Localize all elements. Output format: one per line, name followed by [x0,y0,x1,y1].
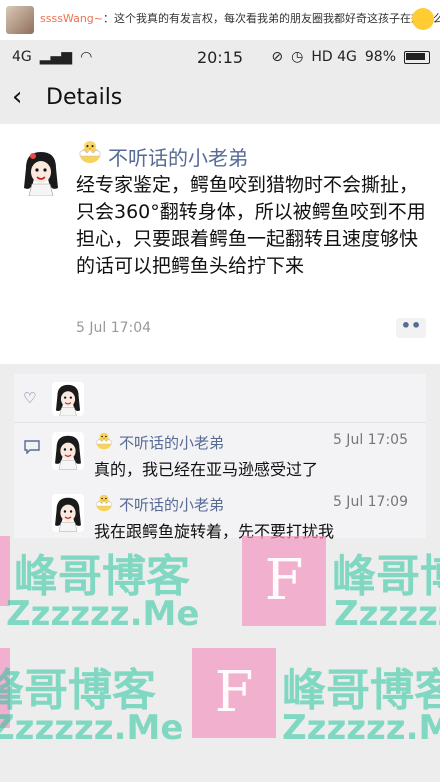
back-arrow-icon[interactable]: ‹ [12,84,40,112]
watermark-overlay: 峰哥博客 F 峰哥博客 Zzzzzz.Me Zzzzzz.Me 峰哥博客 F 峰… [0,530,440,782]
watermark-url: Zzzzzz.Me [0,708,184,748]
author-avatar[interactable] [20,148,62,196]
likes-row: ♡ [14,374,426,423]
watermark-url: Zzzzzz.Me [282,708,440,748]
weibo-comment: ssssWang~：这个我真的有发言权，每次看我弟的朋友圈我都好奇这孩子在想什么… [40,10,440,26]
watermark-logo [0,648,10,728]
watermark-url: Zzzzzz.Me [334,594,440,634]
more-options-button[interactable]: •• [396,318,426,338]
comment-author-name[interactable]: 不听话的小老弟 [119,494,224,515]
watermark-logo [0,536,10,606]
watermark-logo: F [242,536,326,626]
weibo-repost-header: ssssWang~：这个我真的有发言权，每次看我弟的朋友圈我都好奇这孩子在想什么… [0,0,440,41]
comment-timestamp: 5 Jul 17:09 [332,494,408,510]
chick-emoji-icon [79,141,101,163]
watermark-blog-name: 峰哥博客 [0,665,156,716]
heart-icon: ♡ [23,389,37,407]
liker-avatar[interactable] [52,382,84,416]
likes-comments-panel: ♡ 不听话的小老弟 5 Jul 17:05 真的，我已经在亚马逊感受过了 不听话… [14,374,426,541]
comment-item: 不听话的小老弟 5 Jul 17:09 我在跟鳄鱼旋转着，先不要打扰我 [14,486,426,546]
post-author-name[interactable]: 不听话的小老弟 [108,142,248,171]
commenter-avatar[interactable] [52,494,84,532]
alarm-icon: ◷ [291,49,304,65]
status-bar: 4G ▂▄▆ ◠ 20:15 ⊘ ◷ HD 4G 98% [0,40,440,74]
comment-timestamp: 5 Jul 17:05 [332,432,408,448]
battery-icon [404,50,430,64]
moment-post: 不听话的小老弟 经专家鉴定，鳄鱼咬到猎物时不会撕扯，只会360°翻转身体，所以被… [0,124,440,364]
chick-emoji-icon [96,494,112,512]
weibo-avatar[interactable] [6,6,34,34]
chick-emoji-icon [96,432,112,450]
watermark-blog-name: 峰哥博客 [14,551,190,602]
battery-percent: 98% [364,49,396,65]
post-body-text: 经专家鉴定，鳄鱼咬到猎物时不会撕扯，只会360°翻转身体，所以被鳄鱼咬到不用担心… [76,174,426,277]
comment-text[interactable]: 真的，我已经在亚马逊感受过了 [94,456,318,480]
nav-bar: ‹ Details [0,74,440,124]
weibo-username[interactable]: ssssWang~ [40,12,103,25]
smile-emoji-icon [412,8,434,30]
weibo-message: ：这个我真的有发言权，每次看我弟的朋友圈我都好奇这孩子在想什么呢 [103,12,440,25]
watermark-logo: F [192,648,276,738]
watermark-blog-name: 峰哥博客 [282,665,440,716]
post-timestamp: 5 Jul 17:04 [76,320,152,336]
comment-text[interactable]: 我在跟鳄鱼旋转着，先不要打扰我 [94,518,334,542]
mute-icon: ⊘ [271,49,284,65]
watermark-url: Zzzzzz.Me [6,594,200,634]
page-title: Details [46,85,123,110]
watermark-blog-name: 峰哥博客 [332,551,440,602]
comment-author-name[interactable]: 不听话的小老弟 [119,432,224,453]
commenter-avatar[interactable] [52,432,84,470]
network-right-label: HD 4G [311,49,357,65]
comment-item: 不听话的小老弟 5 Jul 17:05 真的，我已经在亚马逊感受过了 [14,424,426,484]
